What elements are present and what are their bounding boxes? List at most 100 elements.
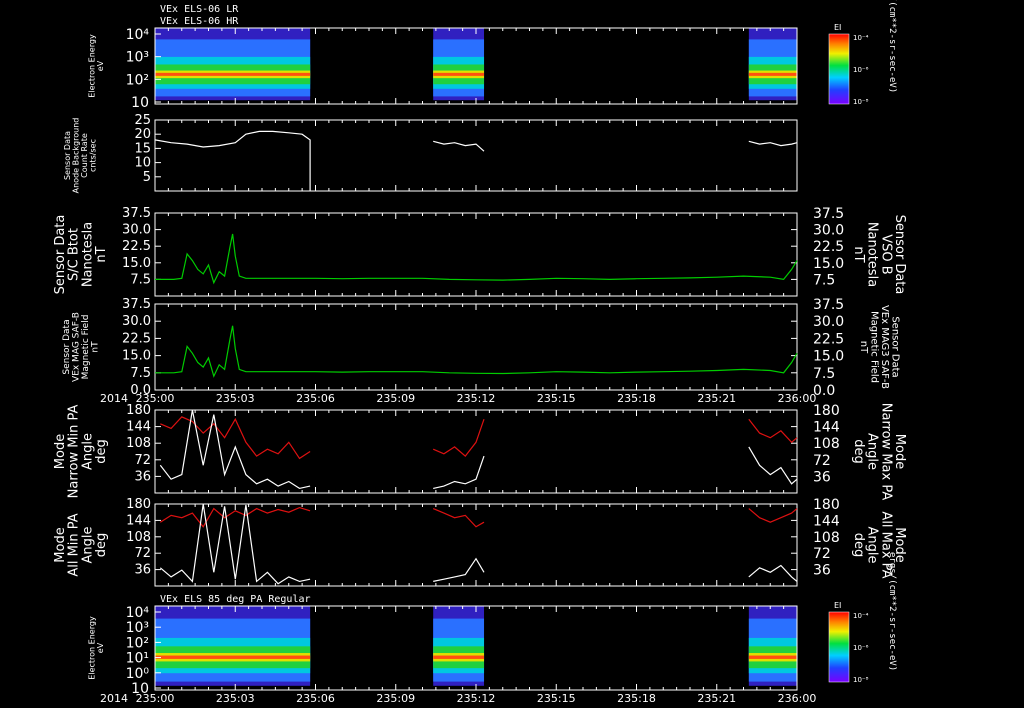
y-tick-label-right: 108 xyxy=(813,530,840,546)
y-tick-label-right: 144 xyxy=(813,513,840,529)
y-tick-label: 5 xyxy=(143,170,151,185)
panel-all-pa: 180 180144 144108 10872 7236 36ModeAll Min PA… xyxy=(53,497,907,587)
y-tick-label: 22.5 xyxy=(122,331,151,346)
time-tick-label: 235:18 xyxy=(617,392,656,405)
y-tick-label: 37.5 xyxy=(122,297,151,312)
y-tick-label: 10⁴ xyxy=(126,605,150,621)
panel-mag-saf-b: 37.5 37.530.0 30.022.5 22.515.0 15.07.5 7.50.… xyxy=(62,297,900,399)
time-tick-label: 235:00 xyxy=(136,392,175,405)
y-axis-label: Sensor Data VEx MAG SAF-B Magnetic Field nT xyxy=(62,312,100,382)
y-tick-label: 22.5 xyxy=(122,239,151,254)
y-tick-label: 10⁰ xyxy=(126,666,150,682)
y-tick-label-right: 180 xyxy=(813,403,840,419)
y-tick-label: 10¹ xyxy=(126,651,149,667)
y-tick-label: 37.5 xyxy=(122,206,151,221)
axis-label-line: Magnetic Field xyxy=(868,311,879,383)
colorbar xyxy=(828,611,850,683)
y-tick-label-right: 30.0 xyxy=(813,223,844,239)
y-tick-label-right: 22.5 xyxy=(813,239,844,255)
axis-label-line: eV xyxy=(96,60,105,71)
y-tick-label-right: 15.0 xyxy=(813,349,844,365)
y-tick-label: 144 xyxy=(126,513,151,528)
y-tick-label-right: 37.5 xyxy=(813,206,844,222)
panel-frame xyxy=(154,119,798,192)
panel-narrow-pa: 180 180144 144108 10872 7236 36ModeNarrow Min… xyxy=(53,403,907,501)
y-tick-label: 10⁴ xyxy=(126,27,150,43)
y-tick-label: 7.5 xyxy=(130,366,151,381)
time-tick-label: 236:00 xyxy=(778,392,817,405)
time-tick-label: 235:12 xyxy=(457,392,496,405)
panel-frame xyxy=(154,212,798,297)
units-label: ergs/(cm**2-sr-sec-eV) xyxy=(887,0,897,93)
y-tick-label: 15.0 xyxy=(122,256,151,271)
figure: VEx ELS-06 LR VEx ELS-06 HR EI 10⁻⁴ 10⁻⁶ 10… xyxy=(53,0,907,705)
time-tick-label: 235:12 xyxy=(457,692,496,705)
y-axis-label-right: Sensor DataVEx MAG3 SAF-BMagnetic Fieldn… xyxy=(858,305,901,389)
y-tick-label-right: 22.5 xyxy=(813,331,844,347)
y-tick-label: 72 xyxy=(134,453,151,468)
colorbar-tick: 10⁻⁴ xyxy=(853,34,869,42)
colorbar-title: EI xyxy=(834,601,841,610)
y-tick-label: 15.0 xyxy=(122,349,151,364)
spectrogram-block xyxy=(155,655,311,659)
y-tick-label-right: 180 xyxy=(813,497,840,513)
y-axis-label: Electron Energy eV xyxy=(88,616,105,680)
panel-frame xyxy=(154,303,798,391)
y-tick-label-right: 37.5 xyxy=(813,297,844,313)
colorbar-tick: 10⁻⁸ xyxy=(853,676,869,684)
y-axis-label: ModeNarrow Min PAAngledeg xyxy=(53,405,109,499)
y-tick-label: 10³ xyxy=(126,620,149,636)
header: VEx ELS-06 LR VEx ELS-06 HR xyxy=(160,4,239,27)
y-tick-label-right: 72 xyxy=(813,546,831,562)
panel-frame xyxy=(154,409,798,494)
time-tick-label: 235:15 xyxy=(537,392,576,405)
panels: EI10⁻⁴10⁻⁶10⁻⁸ergs/(cm**2-sr-sec-eV)10⁴1… xyxy=(53,0,907,697)
axis-label-line: nT xyxy=(858,341,869,354)
series-line xyxy=(432,508,485,528)
y-axis-label: Electron Energy eV xyxy=(88,34,105,98)
y-tick-label: 10 xyxy=(134,156,151,171)
time-tick-label: 235:00 xyxy=(136,692,175,705)
time-tick-label: 235:03 xyxy=(216,692,255,705)
y-tick-label: 7.5 xyxy=(130,272,151,287)
spectrogram-block xyxy=(748,72,797,76)
y-tick-label: 180 xyxy=(126,497,151,512)
time-tick-label: 235:21 xyxy=(697,392,736,405)
axis-label-line: nT xyxy=(90,341,100,353)
y-tick-label-right: 36 xyxy=(813,469,831,485)
time-tick-label: 235:09 xyxy=(376,392,415,405)
series-line xyxy=(433,557,485,582)
series-line xyxy=(159,506,311,528)
y-tick-label-right: 7.5 xyxy=(813,272,835,288)
spectrogram-block xyxy=(433,72,485,76)
y-axis-label-right: ModeNarrow Max PAAngledeg xyxy=(851,403,907,501)
axis-label-line: eV xyxy=(96,642,105,653)
axis-label-line: deg xyxy=(94,533,109,558)
y-tick-label: 15 xyxy=(134,141,151,156)
colorbar-tick: 10⁻⁶ xyxy=(853,66,869,74)
series-line xyxy=(433,140,485,152)
colorbar xyxy=(828,33,850,105)
series-line xyxy=(155,233,798,285)
axis-label-line: nT xyxy=(851,246,866,262)
y-tick-label: 36 xyxy=(134,563,151,578)
y-tick-label-right: 7.5 xyxy=(813,366,835,382)
series-line xyxy=(748,564,798,582)
axis-label-line: deg xyxy=(851,439,866,464)
units-label: ergs/(cm**2-sr-sec-eV) xyxy=(887,552,897,671)
spectrogram-block xyxy=(433,655,485,659)
series-line xyxy=(160,416,311,460)
y-tick-label: 180 xyxy=(126,403,151,418)
series-line xyxy=(432,419,485,457)
series-line xyxy=(155,325,798,378)
y-tick-label: 10 xyxy=(131,95,149,111)
time-tick-label: 235:03 xyxy=(216,392,255,405)
y-tick-label: 10³ xyxy=(126,50,149,66)
time-tick-label: 236:00 xyxy=(778,692,817,705)
y-tick-label: 20 xyxy=(134,127,151,142)
series-line xyxy=(159,409,311,490)
y-tick-label-right: 36 xyxy=(813,563,831,579)
panel-electron-spectrogram-bottom: EI10⁻⁴10⁻⁶10⁻⁸ergs/(cm**2-sr-sec-eV)10⁴1… xyxy=(88,552,897,697)
y-tick-label: 72 xyxy=(134,546,151,561)
panel-sc-btot: 37.5 37.530.0 30.022.5 22.515.0 15.07.5 7.5Se… xyxy=(53,206,907,297)
